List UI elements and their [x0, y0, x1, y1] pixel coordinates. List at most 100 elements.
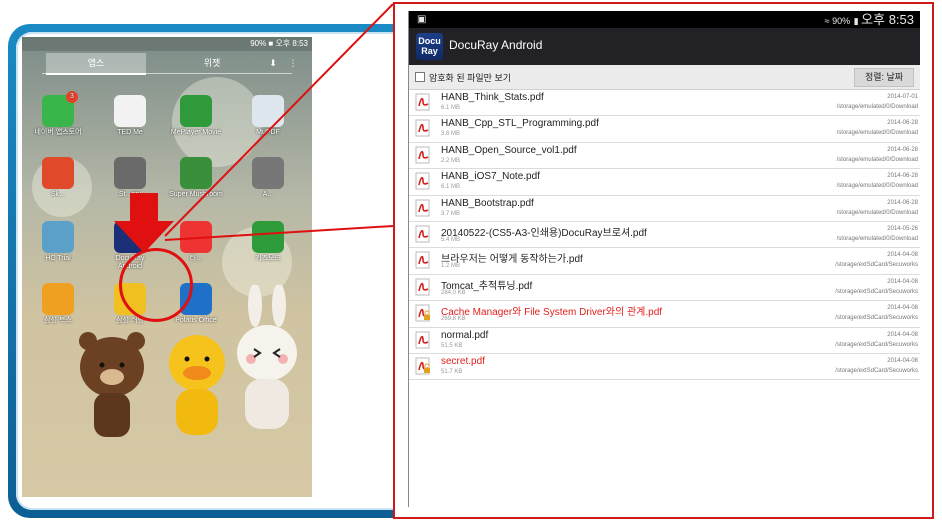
- app-icon-APPS[interactable]: 3 네이버 앱스토어: [31, 91, 85, 137]
- app-icon-kidsmode[interactable]: 키즈모드: [241, 221, 295, 263]
- status-time: 오후 8:53: [861, 12, 914, 27]
- taxi-icon: [180, 221, 212, 253]
- docuray-logo[interactable]: Docu Ray: [416, 33, 443, 60]
- file-name: Cache Manager와 File System Driver와의 관계.p…: [441, 307, 663, 319]
- app-label: TED Me: [117, 129, 143, 136]
- white-rabbit-figure: [237, 285, 297, 429]
- file-size: 6.1 MB: [441, 105, 461, 111]
- red-arrow-icon: [114, 193, 174, 253]
- file-row[interactable]: secret.pdf 51.7 KB 2014-04-08/storage/extS…: [409, 354, 920, 381]
- file-row[interactable]: HANB_Open_Source_vol1.pdf 2.2 MB 2014-06-2…: [409, 143, 920, 170]
- phone-status-bar: 90% ■ 오후 8:53: [22, 37, 312, 51]
- file-date: 2014-04-08: [887, 252, 918, 259]
- file-path: /storage/emulated/0/Download: [836, 130, 918, 137]
- file-name: HANB_Bootstrap.pdf: [441, 197, 534, 209]
- brown-bear-figure: [79, 332, 145, 437]
- file-name: normal.pdf: [441, 329, 489, 341]
- file-size: 1.2 MB: [441, 263, 461, 270]
- phone-home-screen: 90% ■ 오후 8:53 앱스 위젯 ⬇ ⋮ 3 네이버 앱스토어 TED Me M…: [22, 37, 312, 497]
- tab-apps[interactable]: 앱스: [46, 53, 146, 75]
- app-icon-book[interactable]: 삼성 북스: [31, 283, 85, 325]
- file-size: 5.4 MB: [441, 236, 461, 243]
- file-size: 2.2 MB: [441, 157, 461, 164]
- app-icon-a[interactable]: A...: [241, 157, 295, 199]
- file-path: /storage/extSdCard/Secuworks: [835, 341, 918, 348]
- file-row[interactable]: Cache Manager와 File System Driver와의 관계.p…: [409, 301, 920, 328]
- file-size: 3.6 MB: [441, 131, 461, 138]
- file-name: secret.pdf: [441, 355, 485, 367]
- file-row[interactable]: HANB_Cpp_STL_Programming.pdf 3.6 MB 2014-0…: [409, 116, 920, 143]
- app-label: 삼성 북스: [44, 317, 72, 324]
- meplayer-icon: [180, 95, 212, 127]
- app-label: MePlayer Movie: [170, 129, 222, 136]
- pdf-icon: [415, 225, 430, 243]
- docuray-screen: ▣ ≈ 90% ▮ 오후 8:53 Docu Ray DocuRay Andro…: [408, 11, 920, 507]
- file-row[interactable]: 20140522-(CS5-A3-인쇄용)DocuRay브로셔.pdf 5.4 M…: [409, 222, 920, 249]
- file-path: /storage/extSdCard/Secuworks: [835, 367, 918, 374]
- file-row[interactable]: normal.pdf 51.5 KB 2014-04-08/storage/extS…: [409, 328, 920, 354]
- file-row[interactable]: 브라우저는 어떻게 동작하는가.pdf 1.2 MB 2014-04-08/stor…: [409, 248, 920, 275]
- file-name: HANB_iOS7_Note.pdf: [441, 171, 540, 183]
- file-row[interactable]: HANB_iOS7_Note.pdf 6.1 MB 2014-06-28/stora…: [409, 169, 920, 196]
- file-size: 284.0 KB: [441, 289, 466, 296]
- pdf-icon: [415, 278, 430, 296]
- app-label: Polaris Office: [175, 317, 217, 324]
- app-label: Super Mushroom: [169, 191, 223, 198]
- app-label: MuPDF: [256, 129, 280, 136]
- app-icon-hc[interactable]: HC Trial: [31, 221, 85, 263]
- pdf-icon: [415, 93, 430, 111]
- screen-icon: ▣: [417, 14, 427, 25]
- file-row[interactable]: HANB_Think_Stats.pdf 6.1 MB 2014-07-01/sto…: [409, 90, 920, 117]
- file-name: HANB_Cpp_STL_Programming.pdf: [441, 118, 599, 130]
- kidsmode-icon: [252, 221, 284, 253]
- highlight-circle: [119, 248, 193, 322]
- file-size: 51.7 KB: [441, 368, 463, 375]
- notification-badge: 3: [66, 91, 78, 103]
- app-label: 네이버 앱스토어: [34, 129, 82, 136]
- tedme-icon: [114, 95, 146, 127]
- logo-line2: Ray: [421, 46, 438, 56]
- app-icon-mupdf[interactable]: MuPDF: [241, 95, 295, 137]
- file-size: 6.1 MB: [441, 184, 461, 191]
- file-row[interactable]: Tomcat_추적튜닝.pdf 284.0 KB 2014-04-08/storag…: [409, 275, 920, 302]
- app-title: DocuRay Android: [449, 38, 543, 52]
- file-row[interactable]: HANB_Bootstrap.pdf 3.7 MB 2014-06-28/stora…: [409, 196, 920, 222]
- filter-toolbar: 암호화 된 파일만 보기 정렬: 날짜: [409, 65, 920, 90]
- battery-percent: 90%: [832, 16, 851, 26]
- file-path: /storage/emulated/0/Download: [836, 183, 918, 190]
- app-label: HC Trial: [45, 255, 71, 262]
- yellow-duck-figure: [169, 335, 225, 435]
- file-path: /storage/emulated/0/Download: [836, 209, 918, 216]
- app-label: Sk...: [50, 191, 65, 198]
- pdf-icon: [415, 199, 430, 217]
- file-date: 2014-04-08: [887, 357, 918, 364]
- download-icon[interactable]: ⬇: [266, 53, 280, 73]
- more-menu-icon[interactable]: ⋮: [286, 53, 300, 73]
- file-date: 2014-04-08: [887, 305, 918, 312]
- app-icon-s[interactable]: Sk...: [31, 157, 85, 199]
- locked-pdf-icon: [415, 304, 430, 322]
- s-icon: [42, 157, 74, 189]
- app-icon-tedme[interactable]: TED Me: [103, 95, 157, 137]
- app-status-bar: ▣ ≈ 90% ▮ 오후 8:53: [409, 11, 920, 28]
- app-title-bar: Docu Ray DocuRay Android: [409, 28, 920, 65]
- encrypted-only-checkbox[interactable]: [415, 72, 425, 82]
- phone-status-time: 90% ■ 오후 8:53: [250, 39, 308, 48]
- tab-widgets[interactable]: 위젯: [162, 53, 262, 73]
- app-icon-meplayer[interactable]: MePlayer Movie: [169, 95, 223, 137]
- app-label: 키즈모드: [255, 255, 281, 262]
- file-date: 2014-04-08: [887, 331, 918, 338]
- app-icon-mushroom[interactable]: Super Mushroom: [169, 157, 223, 199]
- file-date: 2014-06-28: [887, 199, 918, 206]
- pdf-icon: [415, 331, 430, 349]
- hc-icon: [42, 221, 74, 253]
- mupdf-icon: [252, 95, 284, 127]
- encrypted-only-label[interactable]: 암호화 된 파일만 보기: [429, 71, 511, 84]
- file-path: /storage/extSdCard/Secuworks: [835, 315, 918, 322]
- pdf-icon: [415, 146, 430, 164]
- file-size: 269.8 KB: [441, 316, 466, 323]
- stardict-icon: [114, 157, 146, 189]
- file-date: 2014-06-28: [887, 173, 918, 180]
- sort-button[interactable]: 정렬: 날짜: [854, 68, 914, 87]
- pdf-icon: [415, 119, 430, 137]
